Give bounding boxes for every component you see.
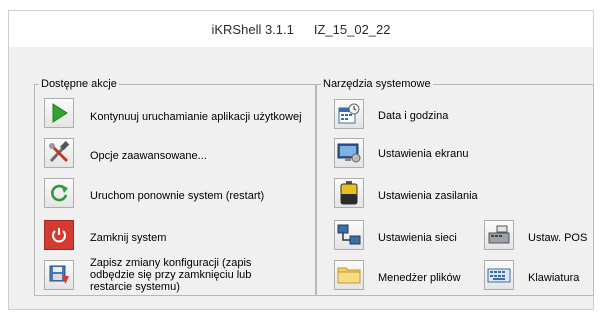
display-settings-button[interactable] <box>334 138 364 168</box>
build-label: IZ_15_02_22 <box>313 21 391 37</box>
power-settings-label: Ustawienia zasilania <box>378 190 478 202</box>
calendar-clock-icon <box>338 103 360 124</box>
available-actions-legend: Dostępne akcje <box>41 78 117 90</box>
restart-icon <box>51 184 68 202</box>
save-config-icon <box>49 265 69 284</box>
system-tools-legend: Narzędzia systemowe <box>323 78 431 90</box>
file-manager-label: Menedżer plików <box>378 272 461 284</box>
shutdown-label: Zamknij system <box>90 232 167 244</box>
network-settings-button[interactable] <box>334 220 364 250</box>
keyboard-button[interactable] <box>484 260 514 290</box>
folder-icon <box>337 267 361 284</box>
keyboard-label: Klawiatura <box>528 272 580 284</box>
continue-app-label: Kontynuuj uruchamianie aplikacji użytkow… <box>90 111 302 123</box>
advanced-options-button[interactable] <box>44 138 74 168</box>
save-config-label: Zapisz zmiany konfiguracji (zapis odbędz… <box>90 257 252 293</box>
cash-register-icon <box>488 225 510 244</box>
restart-system-label: Uruchom ponownie system (restart) <box>90 190 265 202</box>
display-settings-icon <box>337 143 361 163</box>
keyboard-icon <box>487 268 511 283</box>
title-bar: iKRShell 3.1.1 IZ_15_02_22 <box>9 11 593 47</box>
date-time-label: Data i godzina <box>378 110 449 122</box>
power-settings-button[interactable] <box>334 178 364 208</box>
pos-settings-button[interactable] <box>484 220 514 250</box>
restart-system-button[interactable] <box>44 178 74 208</box>
battery-icon <box>340 181 358 205</box>
network-icon <box>337 224 361 245</box>
app-title: iKRShell 3.1.1 <box>211 21 294 37</box>
save-config-button[interactable] <box>44 260 74 290</box>
display-settings-label: Ustawienia ekranu <box>378 148 469 160</box>
advanced-options-label: Opcje zaawansowane... <box>90 150 207 162</box>
pos-settings-label: Ustaw. POS <box>528 232 588 244</box>
shutdown-button[interactable] <box>44 220 74 250</box>
tools-icon <box>49 141 70 163</box>
play-icon <box>52 103 68 123</box>
continue-app-button[interactable] <box>44 98 74 128</box>
file-manager-button[interactable] <box>334 260 364 290</box>
network-settings-label: Ustawienia sieci <box>378 232 457 244</box>
date-time-button[interactable] <box>334 99 364 129</box>
power-icon <box>52 228 66 243</box>
